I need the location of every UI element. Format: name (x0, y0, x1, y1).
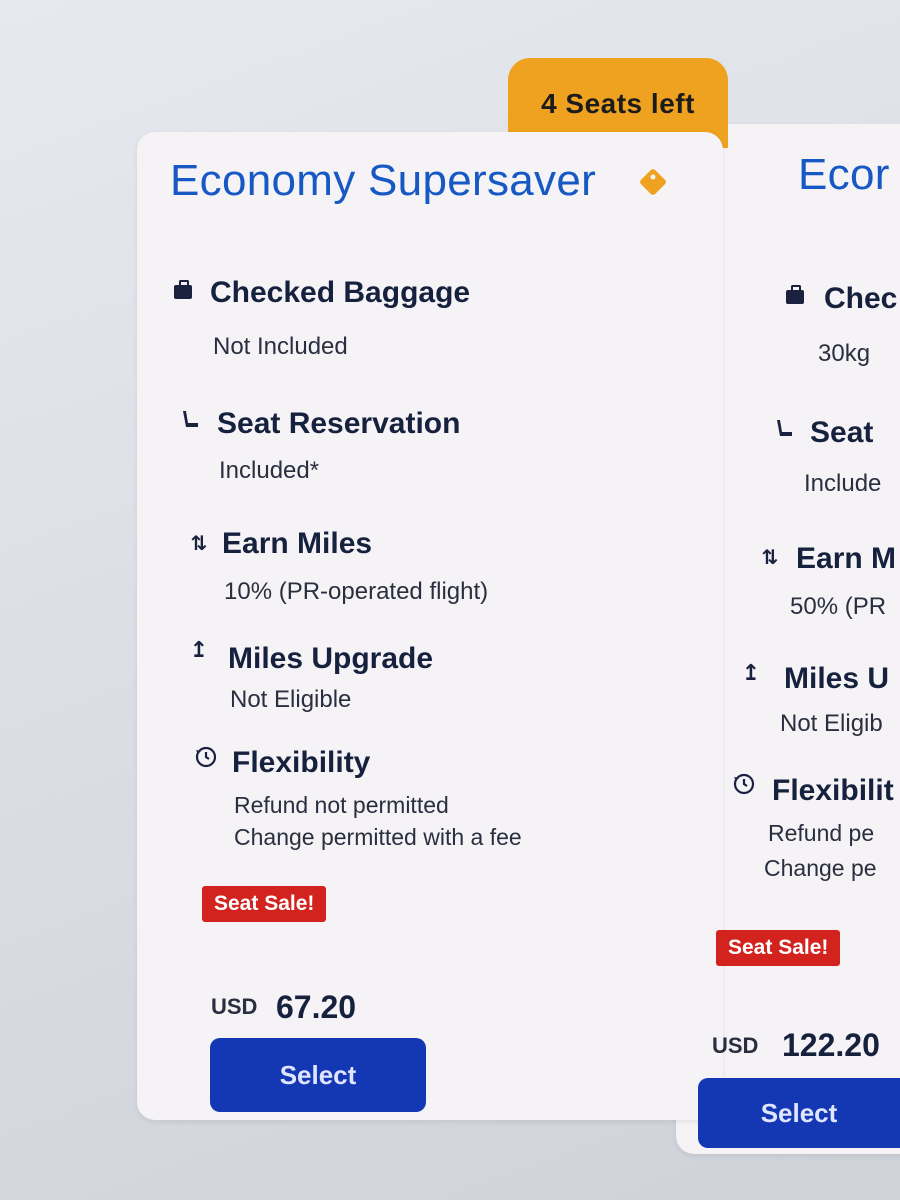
upgrade-arrow-icon: ↥ (189, 637, 209, 662)
feature-value-checked-baggage: Not Included (213, 333, 348, 360)
fare-title: Economy Supersaver (170, 156, 597, 205)
history-clock-icon (193, 745, 219, 775)
feature-title-seat-reservation-2: Seat (810, 416, 874, 449)
feature-value-seat-reservation-2: Include (804, 470, 882, 497)
seat-icon (772, 418, 798, 448)
luggage-icon (786, 285, 804, 304)
price-currency: USD (211, 994, 258, 1019)
feature-title-checked-baggage: Checked Baggage (210, 276, 471, 309)
feature-title-seat-reservation: Seat Reservation (217, 407, 461, 440)
feature-title-flexibility-2: Flexibilit (772, 774, 894, 807)
price-amount: 67.20 (276, 989, 357, 1025)
feature-title-miles-upgrade: Miles Upgrade (228, 642, 434, 675)
history-clock-icon (731, 772, 757, 802)
feature-value-seat-reservation: Included* (219, 457, 320, 484)
fare-title-2: Ecor (798, 150, 890, 199)
feature-value-change: Change permitted with a fee (234, 824, 522, 850)
select-button[interactable]: Select (210, 1038, 426, 1112)
feature-value-miles-upgrade-2: Not Eligib (780, 710, 883, 737)
select-button-2[interactable]: Select (698, 1078, 900, 1148)
feature-title-flexibility: Flexibility (232, 746, 371, 779)
price-currency-2: USD (712, 1033, 759, 1058)
seat-sale-badge: Seat Sale! (202, 886, 327, 922)
miles-icon: ⇅ (190, 533, 208, 555)
feature-title-checked-baggage-2: Chec (824, 282, 898, 315)
seat-sale-badge-2: Seat Sale! (716, 930, 841, 966)
feature-value-miles-upgrade: Not Eligible (230, 686, 352, 713)
feature-value-change-2: Change pe (764, 855, 877, 881)
feature-title-earn-miles: Earn Miles (222, 527, 373, 560)
miles-icon: ⇅ (761, 547, 779, 569)
feature-title-miles-upgrade-2: Miles U (784, 662, 890, 695)
seat-icon (178, 409, 204, 439)
feature-value-checked-baggage-2: 30kg (818, 340, 871, 367)
feature-value-refund: Refund not permitted (234, 792, 449, 818)
feature-value-earn-miles: 10% (PR-operated flight) (224, 578, 489, 605)
upgrade-arrow-icon: ↥ (741, 660, 761, 685)
price-amount-2: 122.20 (782, 1027, 880, 1063)
feature-value-refund-2: Refund pe (768, 820, 875, 846)
luggage-icon (174, 280, 192, 299)
feature-title-earn-miles-2: Earn M (796, 542, 897, 575)
feature-value-earn-miles-2: 50% (PR (790, 593, 887, 620)
